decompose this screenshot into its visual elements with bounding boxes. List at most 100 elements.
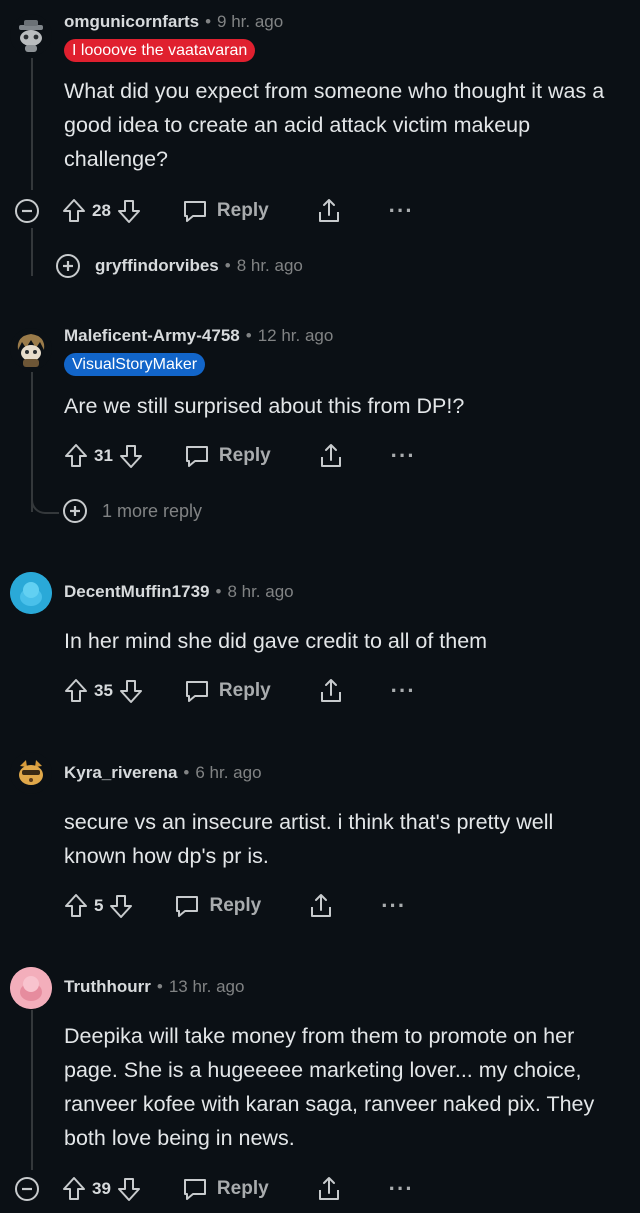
reply-label: Reply [209,895,262,916]
vote-group: 28 [62,198,141,224]
user-flair: VisualStoryMaker [64,353,206,376]
more-replies-link[interactable]: 1 more reply [62,498,202,524]
share-icon[interactable] [317,442,345,470]
timestamp: 6 hr. ago [195,763,262,782]
expand-thread-icon [63,499,87,523]
vote-group: 5 [64,893,133,919]
collapse-thread-icon[interactable] [14,198,40,224]
thread-elbow [31,480,59,514]
vote-score: 39 [92,1179,111,1198]
comment-meta: omgunicornfarts • 9 hr. ago [64,12,283,32]
thread-line [31,228,33,276]
username[interactable]: gryffindorvibes [95,256,219,276]
timestamp: 13 hr. ago [168,977,245,996]
separator: • [183,763,190,782]
separator: • [224,256,231,275]
avatar[interactable] [10,967,52,1009]
downvote-icon[interactable] [117,1176,141,1202]
reply-icon [183,1179,206,1200]
username[interactable]: omgunicornfarts [64,12,199,32]
timestamp: 8 hr. ago [227,582,294,601]
separator: • [215,582,222,601]
comment-meta: Kyra_riverena • 6 hr. ago [64,763,262,783]
reply-button[interactable]: Reply [183,678,271,704]
more-options-icon[interactable]: ··· [391,680,416,702]
vote-score: 31 [94,446,113,465]
vote-score: 28 [92,201,111,220]
reply-button[interactable]: Reply [173,893,261,919]
upvote-icon[interactable] [62,1176,86,1202]
user-flair: I loooove the vaatavaran [64,39,256,62]
reply-button[interactable]: Reply [181,198,269,224]
downvote-icon[interactable] [117,198,141,224]
reply-icon [185,681,208,702]
comment-body: Deepika will take money from them to pro… [64,1024,595,1150]
collapsed-reply[interactable]: gryffindorvibes • 8 hr. ago [55,253,303,279]
more-replies-label: 1 more reply [102,500,203,521]
snoo-avatar-icon [10,572,52,614]
downvote-icon[interactable] [119,443,143,469]
timestamp: 9 hr. ago [217,12,284,31]
comment-body: Are we still surprised about this from D… [64,394,465,418]
avatar[interactable] [10,328,52,370]
vote-group: 31 [64,443,143,469]
reply-icon [185,446,208,467]
upvote-icon[interactable] [64,443,88,469]
reply-label: Reply [216,200,269,221]
snoo-avatar-icon [10,752,52,794]
comment-meta: Truthhourr • 13 hr. ago [64,977,244,997]
share-icon[interactable] [315,197,343,225]
upvote-icon[interactable] [62,198,86,224]
thread-line [31,58,33,190]
thread-line [31,1010,33,1170]
expand-thread-icon[interactable] [55,253,81,279]
more-options-icon[interactable]: ··· [391,445,416,467]
downvote-icon[interactable] [109,893,133,919]
timestamp: 12 hr. ago [257,326,334,345]
share-icon[interactable] [315,1175,343,1203]
reply-button[interactable]: Reply [181,1176,269,1202]
avatar[interactable] [10,572,52,614]
username[interactable]: Maleficent-Army-4758 [64,326,240,346]
separator: • [245,326,252,345]
comment-body: In her mind she did gave credit to all o… [64,629,488,653]
comment-actions: 5 Reply ··· [64,889,406,923]
upvote-icon[interactable] [64,893,88,919]
more-options-icon[interactable]: ··· [389,200,414,222]
comment-meta: DecentMuffin1739 • 8 hr. ago [64,582,294,602]
reply-label: Reply [218,680,271,701]
username[interactable]: DecentMuffin1739 [64,582,209,602]
avatar[interactable] [10,14,52,56]
reply-icon [176,896,199,917]
comment-meta: Maleficent-Army-4758 • 12 hr. ago [64,326,333,346]
snoo-avatar-icon [10,14,52,56]
share-icon[interactable] [307,892,335,920]
comment-actions: 39 Reply ··· [14,1172,414,1206]
username[interactable]: Truthhourr [64,977,151,997]
reply-label: Reply [218,445,271,466]
snoo-avatar-icon [10,967,52,1009]
separator: • [156,977,163,996]
vote-group: 39 [62,1176,141,1202]
vote-score: 5 [94,896,104,915]
comment-body: secure vs an insecure artist. i think th… [64,810,554,868]
snoo-avatar-icon [10,328,52,370]
separator: • [205,12,212,31]
share-icon[interactable] [317,677,345,705]
comment-actions: 28 Reply ··· [14,194,414,228]
timestamp: 8 hr. ago [236,256,303,275]
username[interactable]: Kyra_riverena [64,763,177,783]
vote-score: 35 [94,681,113,700]
reply-icon [183,201,206,222]
comment-actions: 35 Reply ··· [64,674,416,708]
more-options-icon[interactable]: ··· [389,1178,414,1200]
collapse-thread-icon[interactable] [14,1176,40,1202]
more-options-icon[interactable]: ··· [381,895,406,917]
comment-actions: 31 Reply ··· [64,439,416,473]
reply-label: Reply [216,1178,269,1199]
reply-button[interactable]: Reply [183,443,271,469]
comment-body: What did you expect from someone who tho… [64,79,605,171]
upvote-icon[interactable] [64,678,88,704]
avatar[interactable] [10,752,52,794]
downvote-icon[interactable] [119,678,143,704]
